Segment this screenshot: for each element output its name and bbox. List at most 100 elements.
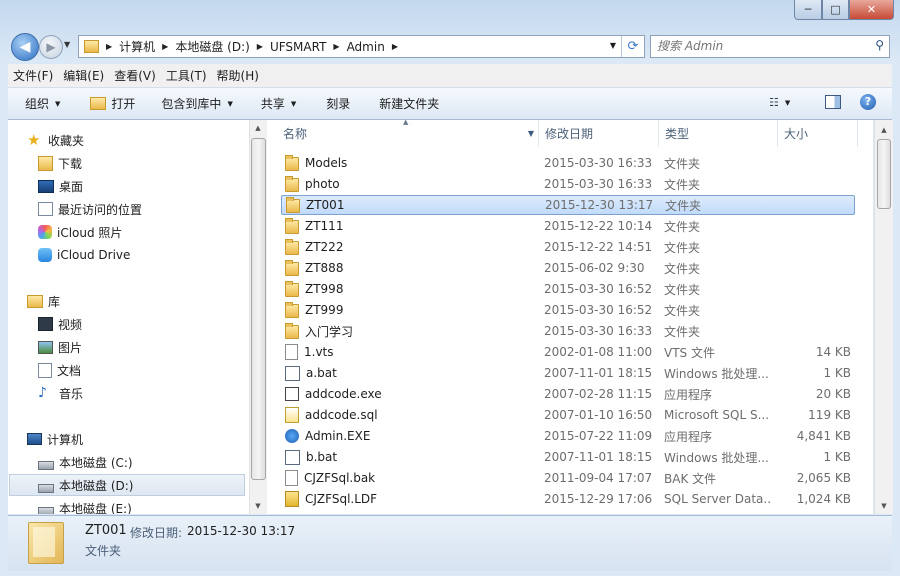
breadcrumb-separator-icon[interactable]: ▶ [257, 42, 263, 51]
file-row[interactable]: ZT001 2015-12-30 13:17 文件夹 [281, 195, 855, 215]
file-type: SQL Server Data... [664, 492, 771, 506]
menu-help[interactable]: 帮助(H) [212, 67, 264, 84]
close-button[interactable]: ✕ [849, 0, 894, 20]
scroll-up-icon[interactable]: ▲ [250, 124, 266, 132]
file-row[interactable]: b.bat 2007-11-01 18:15 Windows 批处理... 1 KB [281, 447, 855, 467]
file-date: 2007-11-01 18:15 [544, 366, 653, 380]
batch-icon [285, 449, 300, 465]
file-row[interactable]: photo 2015-03-30 16:33 文件夹 [281, 174, 855, 194]
file-row[interactable]: CJZFSql.bak 2011-09-04 17:07 BAK 文件 2,065 K… [281, 468, 855, 488]
file-date: 2007-02-28 11:15 [544, 387, 653, 401]
breadcrumb-admin[interactable]: Admin [347, 40, 385, 54]
address-dropdown-icon[interactable]: ▼ [610, 41, 616, 50]
file-row[interactable]: 1.vts 2002-01-08 11:00 VTS 文件 14 KB [281, 342, 855, 362]
include-in-library-button[interactable]: 包含到库中 ▼ [161, 95, 232, 112]
column-header-type[interactable]: 类型 [659, 120, 778, 147]
details-date-label: 修改日期: [130, 526, 183, 540]
dropdown-arrow-icon: ▼ [55, 99, 61, 108]
breadcrumb-separator-icon[interactable]: ▶ [392, 42, 398, 51]
open-button[interactable]: 打开 [90, 95, 135, 112]
column-header-size[interactable]: 大小 [778, 120, 858, 147]
video-icon [38, 317, 53, 331]
maximize-button[interactable]: □ [822, 0, 849, 20]
nav-item-music[interactable]: ♪ 音乐 [38, 382, 83, 404]
nav-item-icloud-photos[interactable]: iCloud 照片 [38, 221, 122, 243]
organize-label: 组织 [25, 97, 50, 111]
burn-button[interactable]: 刻录 [326, 95, 350, 112]
file-row[interactable]: Admin.EXE 2015-07-22 11:09 应用程序 4,841 KB [281, 426, 855, 446]
address-bar[interactable]: ▶ 计算机 ▶ 本地磁盘 (D:) ▶ UFSMART ▶ Admin ▶ ▼ … [78, 35, 645, 58]
file-type: 应用程序 [664, 387, 713, 402]
details-type: 文件夹 [85, 544, 122, 558]
breadcrumb-drive-d[interactable]: 本地磁盘 (D:) [175, 38, 249, 55]
search-box[interactable]: ⚲ [650, 35, 890, 58]
menu-file[interactable]: 文件(F) [8, 67, 58, 84]
column-dropdown-icon[interactable]: ▼ [528, 129, 534, 138]
libraries-icon [27, 294, 43, 308]
nav-item-documents[interactable]: 文档 [38, 359, 81, 381]
file-list-scroll-thumb[interactable] [877, 139, 891, 209]
forward-button[interactable]: ▶ [39, 35, 63, 59]
file-row[interactable]: ZT998 2015-03-30 16:52 文件夹 [281, 279, 855, 299]
file-row[interactable]: 入门学习 2015-03-30 16:33 文件夹 [281, 321, 855, 341]
back-button[interactable]: ◀ [11, 33, 39, 61]
nav-item-pictures[interactable]: 图片 [38, 336, 82, 358]
nav-item-drive-d[interactable]: 本地磁盘 (D:) [9, 474, 245, 496]
file-row[interactable]: ZT999 2015-03-30 16:52 文件夹 [281, 300, 855, 320]
file-row[interactable]: a.bat 2007-11-01 18:15 Windows 批处理... 1 KB [281, 363, 855, 383]
nav-scroll-thumb[interactable] [251, 138, 266, 480]
search-input[interactable] [651, 36, 868, 55]
scroll-up-icon[interactable]: ▲ [876, 126, 892, 134]
file-row[interactable]: addcode.sql 2007-01-10 16:50 Microsoft SQL… [281, 405, 855, 425]
nav-item-downloads[interactable]: 下载 [38, 152, 82, 174]
nav-scrollbar[interactable]: ▲ ▼ [249, 120, 267, 514]
menu-edit[interactable]: 编辑(E) [58, 67, 109, 84]
history-dropdown-icon[interactable]: ▼ [64, 40, 70, 49]
refresh-icon[interactable]: ⟳ [621, 36, 644, 57]
column-header-name[interactable]: 名称 ▲ ▼ [267, 120, 539, 147]
help-button[interactable]: ? [860, 94, 876, 110]
column-header-date[interactable]: 修改日期 [539, 120, 659, 147]
nav-favorites[interactable]: ★ 收藏夹 [27, 129, 84, 151]
breadcrumb-separator-icon[interactable]: ▶ [162, 42, 168, 51]
file-name: b.bat [306, 450, 338, 464]
nav-item-drive-e[interactable]: 本地磁盘 (E:) [38, 497, 132, 514]
scroll-down-icon[interactable]: ▼ [876, 502, 892, 510]
nav-item-icloud-drive[interactable]: iCloud Drive [38, 244, 130, 266]
view-options-button[interactable]: ☷ ▼ [769, 96, 790, 109]
menu-tools[interactable]: 工具(T) [161, 67, 212, 84]
file-size: 1 KB [823, 450, 851, 464]
folder-icon [285, 239, 299, 255]
file-row[interactable]: ZT888 2015-06-02 9:30 文件夹 [281, 258, 855, 278]
file-date: 2015-06-02 9:30 [544, 261, 645, 275]
dropdown-arrow-icon: ▼ [290, 99, 297, 108]
scroll-down-icon[interactable]: ▼ [250, 502, 266, 510]
file-date: 2015-03-30 16:52 [544, 303, 653, 317]
new-folder-button[interactable]: 新建文件夹 [379, 95, 439, 112]
file-row[interactable]: CJZFSql.LDF 2015-12-29 17:06 SQL Server Da… [281, 489, 855, 509]
nav-item-videos[interactable]: 视频 [38, 313, 82, 335]
nav-item-drive-c[interactable]: 本地磁盘 (C:) [38, 451, 133, 473]
file-row[interactable]: addcode.exe 2007-02-28 11:15 应用程序 20 KB [281, 384, 855, 404]
file-row[interactable]: Models 2015-03-30 16:33 文件夹 [281, 153, 855, 173]
menu-view[interactable]: 查看(V) [109, 67, 161, 84]
nav-item-label: iCloud 照片 [57, 225, 123, 240]
nav-item-label: 最近访问的位置 [58, 202, 143, 217]
minimize-button[interactable]: ─ [794, 0, 822, 20]
share-button[interactable]: 共享 ▼ [261, 95, 296, 112]
nav-item-recent-places[interactable]: 最近访问的位置 [38, 198, 142, 220]
file-row[interactable]: ZT111 2015-12-22 10:14 文件夹 [281, 216, 855, 236]
breadcrumb-ufsmart[interactable]: UFSMART [270, 40, 326, 54]
breadcrumb-computer[interactable]: 计算机 [119, 38, 155, 55]
organize-button[interactable]: 组织 ▼ [25, 95, 60, 112]
breadcrumb-separator-icon[interactable]: ▶ [106, 42, 112, 51]
file-row[interactable]: ZT222 2015-12-22 14:51 文件夹 [281, 237, 855, 257]
nav-item-desktop[interactable]: 桌面 [38, 175, 83, 197]
breadcrumb-separator-icon[interactable]: ▶ [333, 42, 339, 51]
file-list-scrollbar[interactable]: ▲ ▼ [874, 120, 893, 514]
file-date: 2015-12-22 10:14 [544, 219, 653, 233]
nav-libraries[interactable]: 库 [27, 290, 60, 312]
nav-computer[interactable]: 计算机 [27, 428, 83, 450]
preview-pane-button[interactable] [825, 95, 841, 109]
search-icon[interactable]: ⚲ [875, 38, 884, 52]
